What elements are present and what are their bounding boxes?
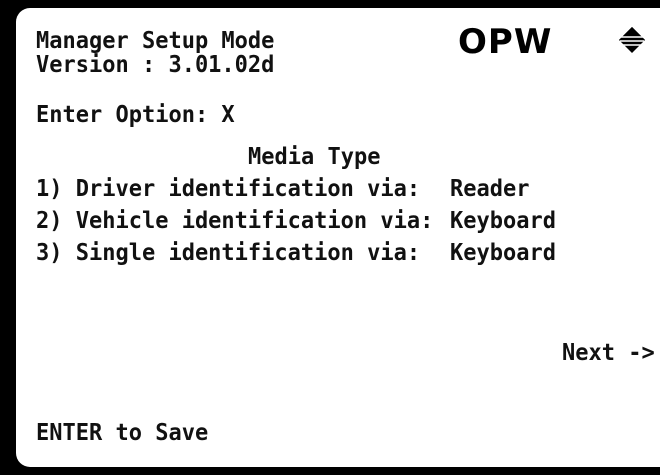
terminal-screen: Manager Setup Mode Version : 3.01.02d OP… — [0, 0, 660, 475]
bezel-bottom — [0, 467, 660, 475]
next-button[interactable]: Next -> — [562, 341, 655, 365]
option-driver-value: Reader — [450, 175, 530, 203]
option-vehicle-label[interactable]: 2) Vehicle identification via: — [36, 209, 433, 233]
diamond-logo-icon — [619, 27, 645, 53]
bezel-top — [0, 0, 660, 8]
save-hint: ENTER to Save — [36, 419, 209, 447]
option-vehicle-value: Keyboard — [450, 207, 556, 235]
section-heading: Media Type — [248, 143, 381, 171]
option-single-value: Keyboard — [450, 239, 556, 267]
option-driver-label[interactable]: 1) Driver identification via: — [36, 177, 420, 201]
bezel-left — [0, 0, 16, 475]
version-text: Version : 3.01.02d — [36, 51, 275, 79]
screen-title: Manager Setup Mode — [36, 27, 275, 55]
enter-option-prompt[interactable]: Enter Option: X — [36, 103, 235, 127]
logo-text: OPW — [458, 22, 552, 58]
opw-logo: OPW — [458, 22, 645, 58]
option-single-label[interactable]: 3) Single identification via: — [36, 241, 420, 265]
